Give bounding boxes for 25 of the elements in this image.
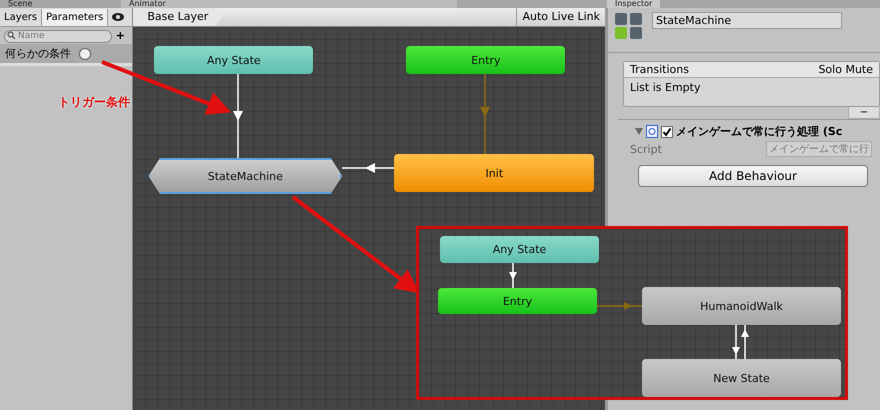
state-node: Entry bbox=[438, 288, 597, 314]
window-tab[interactable]: Inspector bbox=[607, 0, 660, 8]
solo-label: Solo bbox=[818, 63, 842, 76]
add-behaviour-button[interactable]: Add Behaviour bbox=[638, 165, 868, 187]
state-node: HumanoidWalk bbox=[642, 287, 841, 325]
annotation-text: トリガー条件 bbox=[58, 94, 130, 111]
state-node: New State bbox=[642, 359, 841, 397]
search-field[interactable]: Name bbox=[4, 30, 112, 43]
state-node[interactable]: Entry bbox=[406, 46, 566, 74]
window-tab[interactable]: Animator bbox=[121, 0, 457, 8]
panel-tab[interactable]: Parameters bbox=[42, 8, 108, 26]
state-node: Any State bbox=[440, 236, 599, 263]
state-node[interactable]: StateMachine bbox=[148, 158, 342, 194]
window-tab[interactable]: Scene bbox=[0, 0, 121, 8]
state-name-field[interactable]: StateMachine bbox=[652, 12, 842, 29]
state-node[interactable]: Any State bbox=[154, 46, 314, 74]
empty-list-text: List is Empty bbox=[630, 81, 700, 94]
breadcrumb[interactable]: Base Layer bbox=[133, 8, 222, 26]
add-button[interactable]: + bbox=[112, 29, 128, 42]
mute-label: Mute bbox=[845, 63, 873, 76]
transitions-header: Transitions bbox=[630, 63, 689, 76]
script-label: Script bbox=[630, 142, 662, 156]
state-node[interactable]: Init bbox=[394, 154, 594, 192]
remove-button[interactable]: − bbox=[848, 107, 880, 119]
component-title: メインゲームで常に行う処理 (Sc bbox=[676, 124, 842, 139]
